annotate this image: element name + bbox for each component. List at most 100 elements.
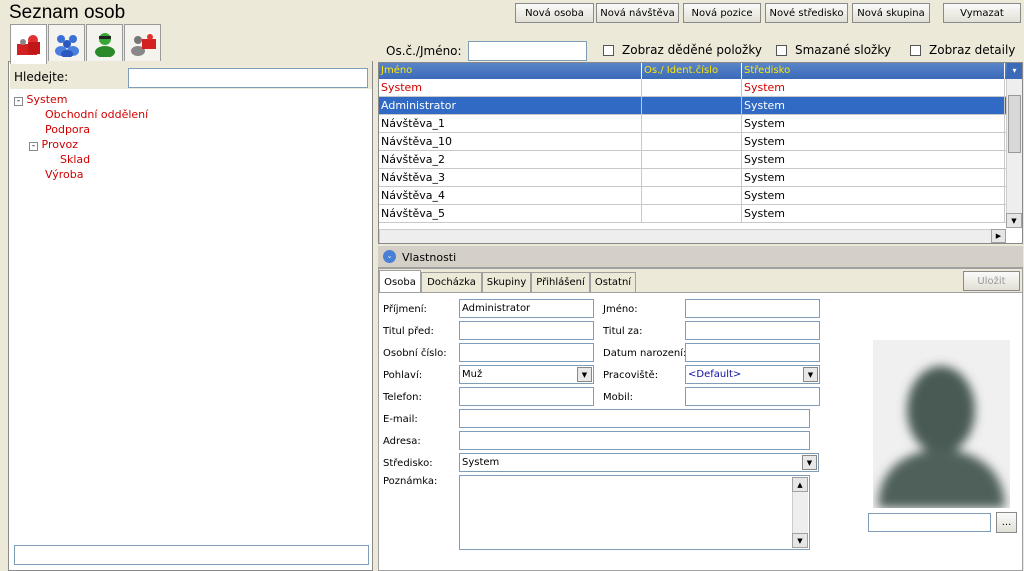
first-name-input[interactable] [685,299,820,318]
column-header-id[interactable]: Os./ Ident.číslo [642,63,742,79]
scroll-down-icon[interactable]: ▼ [792,533,808,548]
tree-item[interactable]: Výroba [14,167,148,182]
id-cell [642,205,742,222]
scroll-thumb[interactable] [1008,95,1021,153]
chevron-down-icon[interactable]: ▼ [577,367,592,382]
center-cell: System [742,115,1005,132]
birth-date-label: Datum narození: [603,348,687,359]
table-row[interactable]: Návštěva_4 System [379,187,1022,205]
browse-photo-button[interactable]: ... [996,512,1017,533]
tree-item[interactable]: Podpora [14,122,148,137]
save-button[interactable]: Uložit [963,271,1020,291]
persons-grid: Jméno Os./ Ident.číslo Středisko System S… [378,62,1023,244]
table-row[interactable]: Návštěva_2 System [379,151,1022,169]
users-red-icon [16,34,40,55]
horizontal-scrollbar[interactable] [379,229,1006,243]
users-gray-icon [130,33,156,56]
note-textarea[interactable] [459,475,810,550]
new-position-button[interactable]: Nová pozice [683,3,761,23]
table-row[interactable]: Administrator System [379,97,1022,115]
center-label: Středisko: [383,458,433,469]
tab-groups-props[interactable]: Skupiny [482,272,531,292]
tree-item[interactable]: Sklad [14,152,148,167]
tab-user[interactable] [86,24,123,62]
title-before-input[interactable] [459,321,594,340]
email-input[interactable] [459,409,810,428]
table-row[interactable]: Návštěva_5 System [379,205,1022,223]
phone-label: Telefon: [383,392,422,403]
center-cell: System [742,151,1005,168]
gender-select[interactable]: Muž [459,365,594,384]
name-cell: Návštěva_3 [379,169,642,186]
vertical-scrollbar[interactable] [1006,79,1022,228]
name-cell: Návštěva_4 [379,187,642,204]
scroll-up-icon[interactable]: ▲ [792,477,808,492]
scroll-right-icon[interactable]: ▶ [991,229,1006,243]
column-header-name[interactable]: Jméno [379,63,642,79]
table-row[interactable]: Návštěva_3 System [379,169,1022,187]
id-cell [642,79,742,96]
title-after-label: Titul za: [603,326,643,337]
collapse-icon[interactable]: - [14,97,23,106]
title-before-label: Titul před: [383,326,434,337]
id-name-input[interactable] [468,41,587,61]
show-inherited-label: Zobraz děděné položky [622,43,762,57]
id-cell [642,151,742,168]
table-row[interactable]: Návštěva_1 System [379,115,1022,133]
birth-date-input[interactable] [685,343,820,362]
photo-placeholder [873,340,1010,508]
table-row[interactable]: System System [379,79,1022,97]
tree-item-system[interactable]: - System [14,92,148,107]
tree-item[interactable]: Obchodní oddělení [14,107,148,122]
collapse-icon[interactable]: - [29,142,38,151]
bottom-input[interactable] [14,545,369,565]
photo-path-input[interactable] [868,513,991,532]
title-after-input[interactable] [685,321,820,340]
show-details-checkbox[interactable] [910,45,921,56]
workplace-select[interactable]: <Default> [685,365,820,384]
delete-button[interactable]: Vymazat [943,3,1021,23]
show-details-label: Zobraz detaily [929,43,1016,57]
address-input[interactable] [459,431,810,450]
phone-input[interactable] [459,387,594,406]
tab-person[interactable]: Osoba [379,270,421,293]
properties-header[interactable] [378,246,1023,268]
person-silhouette-icon [878,366,1005,508]
new-group-button[interactable]: Nová skupina [852,3,930,23]
deleted-folders-checkbox[interactable] [776,45,787,56]
tree-item-provoz[interactable]: - Provoz [14,137,148,152]
surname-label: Příjmení: [383,304,427,315]
tab-other[interactable]: Ostatní [590,272,636,292]
collapse-chevron-icon[interactable]: ⌄ [383,250,396,263]
center-select[interactable]: System [459,453,819,472]
tab-persons[interactable] [10,24,47,64]
new-visit-button[interactable]: Nová návštěva [596,3,679,23]
center-cell: System [742,187,1005,204]
mobile-input[interactable] [685,387,820,406]
column-chooser-icon[interactable]: ▾ [1007,63,1022,78]
user-green-icon [94,32,115,57]
personal-number-input[interactable] [459,343,594,362]
id-cell [642,133,742,150]
tab-deleted[interactable] [124,24,161,62]
gender-value: Muž [462,369,483,380]
workplace-value: <Default> [688,369,742,380]
column-header-center[interactable]: Středisko [742,63,1005,79]
show-inherited-checkbox[interactable] [603,45,614,56]
tab-login[interactable]: Přihlášení [531,272,590,292]
surname-input[interactable]: Administrator [459,299,594,318]
tab-groups[interactable] [48,24,85,62]
search-input[interactable] [128,68,368,88]
first-name-label: Jméno: [603,304,638,315]
name-cell: System [379,79,642,96]
chevron-down-icon[interactable]: ▼ [802,455,817,470]
new-center-button[interactable]: Nové středisko [765,3,848,23]
new-person-button[interactable]: Nová osoba [515,3,594,23]
id-cell [642,187,742,204]
id-cell [642,115,742,132]
chevron-down-icon[interactable]: ▼ [803,367,818,382]
tab-attendance[interactable]: Docházka [421,272,482,292]
table-row[interactable]: Návštěva_10 System [379,133,1022,151]
scroll-down-icon[interactable]: ▼ [1006,213,1022,228]
note-label: Poznámka: [383,476,438,487]
